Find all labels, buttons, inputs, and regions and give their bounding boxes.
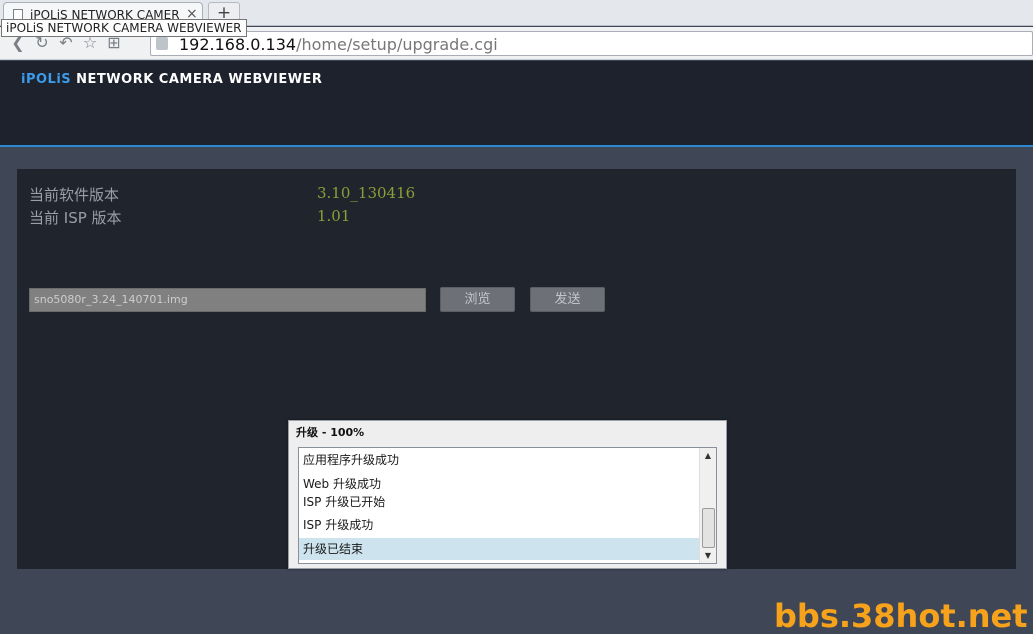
url-path: /home/setup/upgrade.cgi — [296, 35, 498, 54]
send-button[interactable]: 发送 — [530, 287, 605, 312]
dialog-title: 升级 - 100% — [296, 426, 365, 439]
url-text: 192.168.0.134/home/setup/upgrade.cgi — [179, 35, 498, 54]
watermark: bbs.38hot.net — [774, 597, 1028, 634]
log-line-selected[interactable]: 升级已结束 — [299, 538, 700, 560]
brand-name: NETWORK CAMERA WEBVIEWER — [76, 72, 323, 87]
address-bar[interactable]: 192.168.0.134/home/setup/upgrade.cgi — [150, 31, 1033, 56]
firmware-file-value: sno5080r_3.24_140701.img — [34, 293, 188, 306]
log-line[interactable]: ISP 升级成功 — [299, 514, 700, 536]
app-header: iPOLiS NETWORK CAMERA WEBVIEWER — [0, 61, 1033, 147]
software-version-value: 3.10_130416 — [317, 184, 416, 202]
isp-version-value: 1.01 — [317, 207, 351, 225]
log-scrollbar[interactable]: ▲ ▼ — [699, 448, 716, 563]
site-info-icon[interactable] — [156, 37, 168, 50]
scroll-up-icon[interactable]: ▲ — [700, 449, 716, 463]
scroll-thumb[interactable] — [702, 508, 715, 548]
browse-button[interactable]: 浏览 — [440, 287, 515, 312]
url-host: 192.168.0.134 — [179, 35, 297, 54]
scroll-down-icon[interactable]: ▼ — [700, 549, 716, 563]
tab-tooltip: iPOLiS NETWORK CAMERA WEBVIEWER — [1, 19, 247, 37]
brand-logo: iPOLiS NETWORK CAMERA WEBVIEWER — [21, 72, 322, 87]
log-line[interactable]: 应用程序升级成功 — [299, 449, 700, 471]
upgrade-dialog: 升级 - 100% 应用程序升级成功 Web 升级成功 ISP 升级已开始 IS… — [288, 420, 727, 569]
log-line[interactable]: ISP 升级已开始 — [299, 491, 700, 513]
software-version-label: 当前软件版本 — [29, 186, 120, 204]
brand-prefix: iPOLiS — [21, 72, 72, 87]
upgrade-log-list[interactable]: 应用程序升级成功 Web 升级成功 ISP 升级已开始 ISP 升级成功 升级已… — [298, 447, 717, 564]
isp-version-label: 当前 ISP 版本 — [29, 209, 122, 227]
firmware-file-field[interactable]: sno5080r_3.24_140701.img — [29, 288, 426, 312]
